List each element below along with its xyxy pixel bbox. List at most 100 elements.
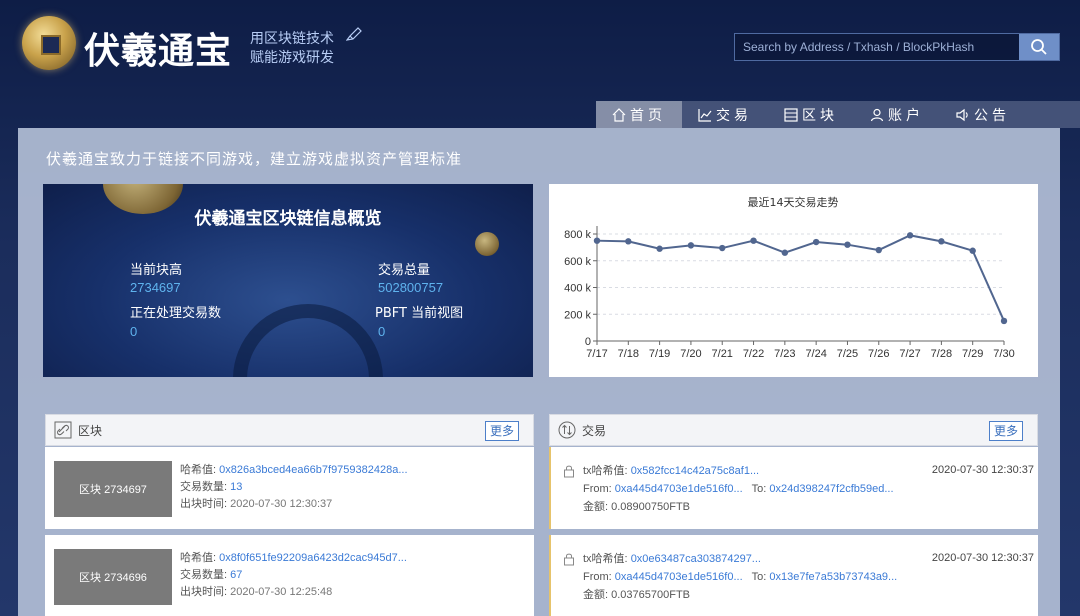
chart-icon bbox=[698, 108, 712, 122]
block-time-value: 2020-07-30 12:25:48 bbox=[230, 586, 333, 598]
x-tick-label: 7/24 bbox=[805, 348, 826, 360]
nav-blocks[interactable]: 区块 bbox=[768, 101, 854, 128]
nav-accounts-label: 账户 bbox=[888, 107, 924, 124]
nav-accounts[interactable]: 账户 bbox=[854, 101, 940, 128]
nav-announcements[interactable]: 公告 bbox=[940, 101, 1026, 128]
nav-home-label: 首页 bbox=[630, 107, 666, 124]
tagline: 伏羲通宝致力于链接不同游戏，建立游戏虚拟资产管理标准 bbox=[46, 150, 463, 168]
tx-card[interactable]: tx哈希值: 0x582fcc14c42a75c8af1... From: 0x… bbox=[549, 447, 1038, 529]
x-tick-label: 7/22 bbox=[743, 348, 764, 360]
decor-ring bbox=[233, 304, 383, 377]
data-point bbox=[906, 232, 914, 239]
x-tick-label: 7/25 bbox=[837, 348, 858, 360]
y-tick-label: 400 k bbox=[564, 283, 591, 295]
tx-hash-label: tx哈希值: bbox=[583, 465, 628, 477]
x-tick-label: 7/19 bbox=[649, 348, 670, 360]
tx-count-label: 交易数量: bbox=[180, 569, 228, 581]
pbft-label: PBFT 当前视图 bbox=[375, 306, 464, 321]
data-point bbox=[969, 247, 976, 254]
y-tick-label: 800 k bbox=[564, 229, 591, 241]
overview-title: 伏羲通宝区块链信息概览 bbox=[194, 209, 382, 229]
amount-value: 0.08900750FTB bbox=[611, 501, 691, 513]
data-point bbox=[656, 245, 663, 252]
data-point bbox=[938, 238, 945, 245]
block-number-box[interactable]: 区块 2734696 bbox=[54, 549, 172, 605]
tx-count-label: 交易数量: bbox=[180, 481, 228, 493]
block-number-box[interactable]: 区块 2734697 bbox=[54, 461, 172, 517]
exchange-icon bbox=[558, 421, 576, 439]
pbft-value: 0 bbox=[378, 324, 386, 339]
block-height-value: 2734697 bbox=[130, 280, 181, 295]
x-tick-label: 7/21 bbox=[712, 348, 733, 360]
transactions-section: 交易 更多 bbox=[549, 414, 1038, 446]
from-label: From: bbox=[583, 483, 612, 495]
data-point bbox=[750, 237, 757, 244]
data-point bbox=[781, 249, 789, 256]
x-tick-label: 7/30 bbox=[993, 348, 1014, 360]
x-tick-label: 7/29 bbox=[962, 348, 983, 360]
lock-icon bbox=[564, 465, 574, 478]
amount-label: 金额: bbox=[583, 589, 609, 601]
slogan-line2: 赋能游戏研发 bbox=[250, 50, 334, 66]
block-details: 哈希值: 0x826a3bced4ea66b7f9759382428a... 交… bbox=[180, 462, 408, 513]
tx-hash-link[interactable]: 0x0e63487ca303874297... bbox=[631, 553, 761, 565]
tx-time: 2020-07-30 12:30:37 bbox=[931, 552, 1034, 564]
block-card[interactable]: 区块 2734696 哈希值: 0x8f0f651fe92209a6423d2c… bbox=[45, 535, 534, 616]
tx-details: tx哈希值: 0x0e63487ca303874297... From: 0xa… bbox=[583, 550, 897, 604]
blocks-header: 区块 更多 bbox=[45, 414, 534, 446]
main-nav: 首页 交易 区块 账户 公告 bbox=[596, 101, 1080, 128]
tx-trend-chart-svg: 最近14天交易走势 0 200 k 400 k 600 k 800 k 7/17 7/18 7/… bbox=[564, 195, 1015, 360]
lock-icon bbox=[564, 553, 574, 566]
tx-card[interactable]: tx哈希值: 0x0e63487ca303874297... From: 0xa… bbox=[549, 535, 1038, 616]
search-icon bbox=[1031, 39, 1047, 55]
hash-label: 哈希值: bbox=[180, 464, 217, 476]
to-label: To: bbox=[751, 571, 767, 583]
tx-count-value: 67 bbox=[230, 569, 243, 581]
nav-home[interactable]: 首页 bbox=[596, 101, 682, 128]
block-details: 哈希值: 0x8f0f651fe92209a6423d2cac945d7... … bbox=[180, 550, 407, 601]
block-hash-link[interactable]: 0x826a3bced4ea66b7f9759382428a... bbox=[219, 464, 407, 476]
chart-title: 最近14天交易走势 bbox=[748, 195, 839, 209]
x-tick-label: 7/17 bbox=[586, 348, 607, 360]
block-icon bbox=[784, 107, 798, 122]
decor-coin-small-icon bbox=[475, 232, 499, 256]
hash-label: 哈希值: bbox=[180, 552, 217, 564]
header: 伏羲通宝 用区块链技术 赋能游戏研发 bbox=[0, 0, 1080, 100]
x-tick-label: 7/18 bbox=[618, 348, 639, 360]
x-tick-label: 7/27 bbox=[899, 348, 920, 360]
block-time-label: 出块时间: bbox=[180, 498, 228, 510]
data-point bbox=[1000, 317, 1008, 325]
to-address-link[interactable]: 0x13e7fe7a53b73743a9... bbox=[769, 571, 897, 583]
nav-transactions[interactable]: 交易 bbox=[682, 101, 768, 128]
from-label: From: bbox=[583, 571, 612, 583]
block-hash-link[interactable]: 0x8f0f651fe92209a6423d2cac945d7... bbox=[219, 552, 407, 564]
transactions-more-button[interactable]: 更多 bbox=[988, 421, 1023, 441]
tx-total-label: 交易总量 bbox=[378, 263, 431, 278]
x-tick-label: 7/23 bbox=[774, 348, 795, 360]
overview-panel: 伏羲通宝区块链信息概览 当前块高 2734697 正在处理交易数 0 交易总量 … bbox=[43, 184, 533, 377]
tx-count-value: 13 bbox=[230, 481, 243, 493]
from-address-link[interactable]: 0xa445d4703e1de516f0... bbox=[615, 483, 743, 495]
block-card[interactable]: 区块 2734697 哈希值: 0x826a3bced4ea66b7f97593… bbox=[45, 447, 534, 529]
y-tick-label: 600 k bbox=[564, 256, 591, 268]
to-label: To: bbox=[751, 483, 767, 495]
block-time-label: 出块时间: bbox=[180, 586, 228, 598]
search-input[interactable] bbox=[735, 34, 1019, 60]
data-point bbox=[593, 237, 601, 244]
user-icon bbox=[870, 108, 884, 121]
pen-icon bbox=[345, 26, 362, 45]
to-address-link[interactable]: 0x24d398247f2cfb59ed... bbox=[769, 483, 893, 495]
amount-value: 0.03765700FTB bbox=[611, 589, 691, 601]
tx-details: tx哈希值: 0x582fcc14c42a75c8af1... From: 0x… bbox=[583, 462, 894, 516]
search-button[interactable] bbox=[1019, 34, 1059, 60]
from-address-link[interactable]: 0xa445d4703e1de516f0... bbox=[615, 571, 743, 583]
pending-tx-value: 0 bbox=[130, 324, 138, 339]
amount-label: 金额: bbox=[583, 501, 609, 513]
search-bar bbox=[734, 33, 1060, 61]
tx-hash-link[interactable]: 0x582fcc14c42a75c8af1... bbox=[631, 465, 759, 477]
tx-time: 2020-07-30 12:30:37 bbox=[931, 464, 1034, 476]
blocks-more-button[interactable]: 更多 bbox=[484, 421, 519, 441]
blocks-section: 区块 更多 bbox=[45, 414, 534, 446]
tx-total-value: 502800757 bbox=[378, 280, 444, 295]
logo-coin-icon bbox=[22, 16, 76, 70]
